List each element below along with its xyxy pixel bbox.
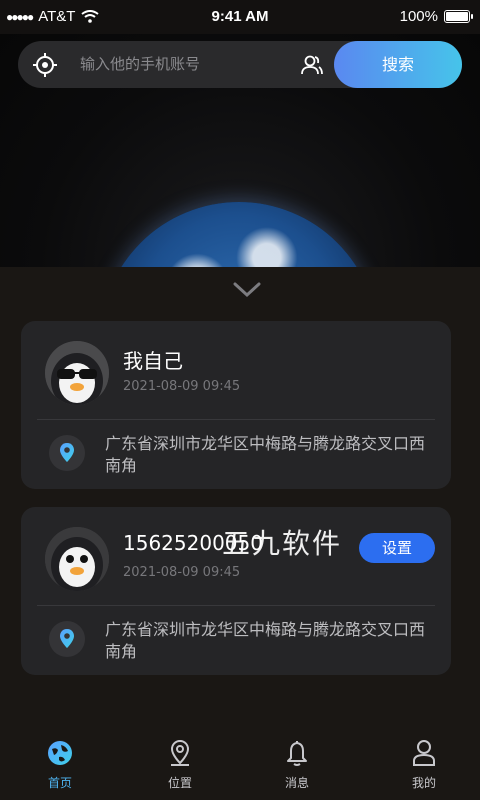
user-icon — [413, 740, 435, 766]
battery-label: 100% — [399, 8, 438, 25]
tab-location[interactable]: 位置 — [140, 738, 220, 791]
location-pin-icon — [60, 443, 74, 462]
location-pin-icon — [170, 739, 190, 766]
tab-messages[interactable]: 消息 — [257, 738, 337, 791]
address-text: 广东省深圳市龙华区中梅路与腾龙路交叉口西南角 — [105, 620, 426, 661]
watermark: 五九软件 — [222, 527, 343, 560]
chevron-down-icon[interactable] — [232, 281, 262, 299]
battery-icon — [444, 10, 473, 23]
tab-label: 我的 — [411, 776, 436, 790]
status-bar: ●●●●● AT&T 9:41 AM 100% — [0, 0, 480, 34]
avatar — [45, 527, 109, 591]
contacts-icon[interactable] — [300, 53, 324, 77]
update-time: 2021-08-09 09:45 — [123, 379, 241, 394]
location-icon-badge — [49, 621, 85, 657]
locate-target-icon[interactable] — [32, 52, 58, 78]
status-right: 100% — [399, 8, 473, 25]
tab-label: 首页 — [47, 776, 72, 790]
settings-button[interactable]: 设置 — [359, 533, 435, 563]
search-bar: 输入他的手机账号 搜索 — [18, 41, 462, 88]
tab-profile[interactable]: 我的 — [384, 738, 464, 791]
address-text: 广东省深圳市龙华区中梅路与腾龙路交叉口西南角 — [105, 434, 426, 475]
tab-label: 消息 — [284, 776, 309, 790]
bell-icon — [287, 741, 307, 766]
location-icon-badge — [49, 435, 85, 471]
tab-label: 位置 — [167, 776, 192, 790]
tab-home[interactable]: 首页 — [20, 738, 100, 791]
search-button[interactable]: 搜索 — [334, 41, 462, 88]
bottom-tab-bar: 首页 位置 消息 我的 — [0, 728, 480, 800]
location-pin-icon — [60, 629, 74, 648]
globe-icon — [48, 741, 72, 765]
divider — [37, 419, 435, 420]
divider — [37, 605, 435, 606]
update-time: 2021-08-09 09:45 — [123, 565, 241, 580]
phone-search-input[interactable]: 输入他的手机账号 — [80, 41, 290, 88]
earth-globe-image — [100, 202, 378, 267]
person-name: 我自己 — [123, 349, 183, 373]
avatar — [45, 341, 109, 405]
person-card-self[interactable]: 我自己 2021-08-09 09:45 广东省深圳市龙华区中梅路与腾龙路交叉口… — [21, 321, 451, 489]
